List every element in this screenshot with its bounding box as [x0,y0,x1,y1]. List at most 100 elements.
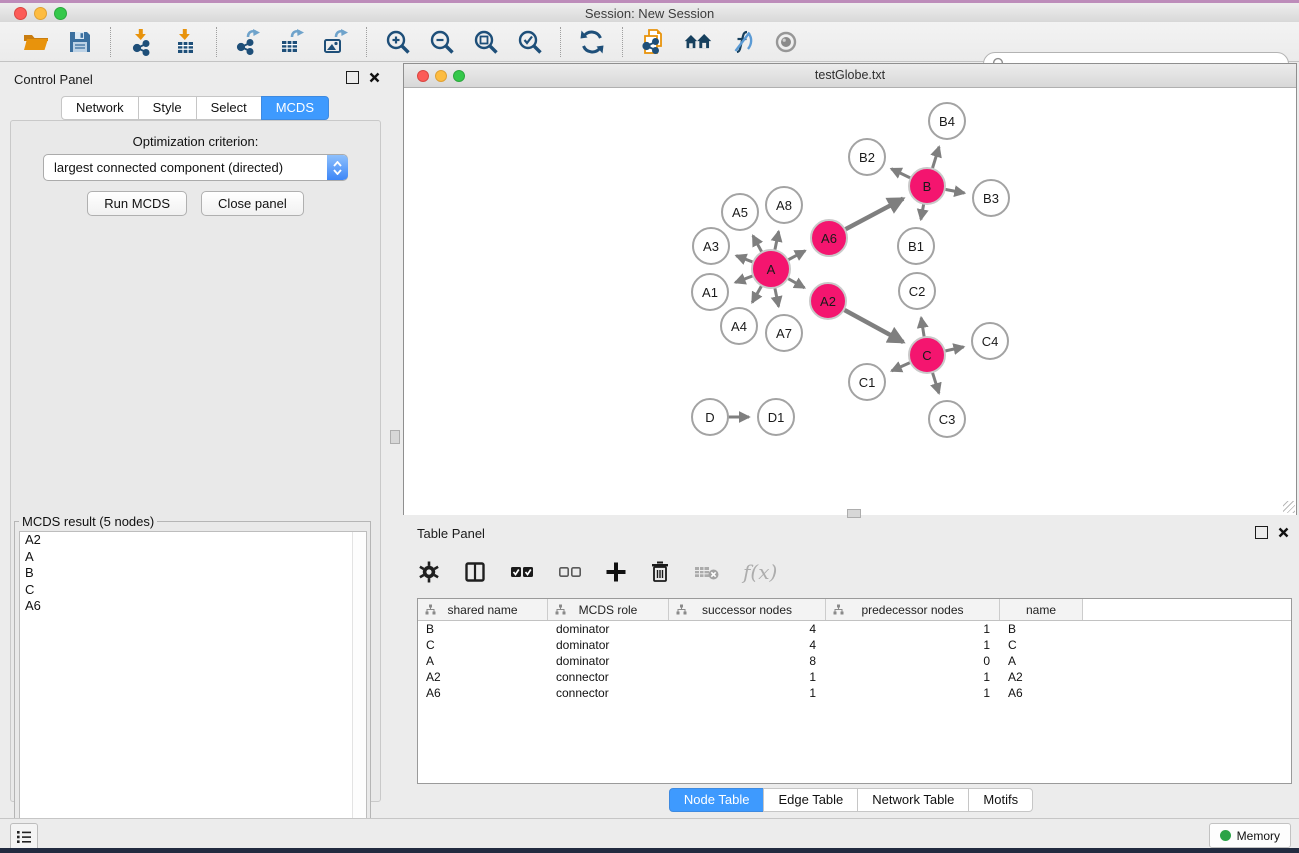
desktop-wallpaper-bottom [0,848,1299,853]
delete-icon[interactable] [649,560,671,584]
graph-node-A2[interactable]: A2 [809,282,847,320]
add-icon[interactable] [605,561,627,583]
table-row[interactable]: Bdominator41B [418,621,1291,637]
select-all-icon[interactable] [509,560,535,584]
graph-node-B2[interactable]: B2 [848,138,886,176]
table-row[interactable]: A2connector11A2 [418,669,1291,685]
table-row[interactable]: A6connector11A6 [418,685,1291,701]
cell-successor-nodes: 4 [669,622,826,636]
network-titlebar[interactable]: testGlobe.txt [404,64,1296,88]
column-header-predecessor-nodes[interactable]: predecessor nodes [826,599,1000,620]
hide-graphics-icon[interactable] [727,27,757,57]
tab-edge-table[interactable]: Edge Table [763,788,858,812]
graph-node-D1[interactable]: D1 [757,398,795,436]
eye-icon[interactable] [771,27,801,57]
graph-node-D[interactable]: D [691,398,729,436]
export-network-icon[interactable] [233,27,263,57]
float-panel-icon[interactable] [346,71,359,84]
tab-network[interactable]: Network [61,96,139,120]
graph-node-B4[interactable]: B4 [928,102,966,140]
network-canvas[interactable]: A5A8 A3 A1A4A7 A A6 A2 B B1 B2 B3 B4 C C1 C2 C3 C4 D D1 [404,88,1296,515]
function-builder-icon: f(x) [743,560,777,584]
graph-node-A5[interactable]: A5 [721,193,759,231]
graph-node-C[interactable]: C [908,336,946,374]
result-item[interactable]: A [20,549,366,566]
clone-network-icon[interactable] [639,27,669,57]
status-bar: Memory [0,818,1299,849]
control-panel: Control Panel NetworkStyleSelectMCDS Opt… [0,62,390,818]
tab-mcds[interactable]: MCDS [261,96,329,120]
tab-node-table[interactable]: Node Table [669,788,765,812]
graph-node-A7[interactable]: A7 [765,314,803,352]
run-mcds-button[interactable]: Run MCDS [87,191,187,216]
hsplitter-handle[interactable] [847,509,861,518]
splitter-handle[interactable] [390,430,400,444]
mcds-result-list[interactable]: A2ABCA6 [19,531,367,853]
home-icon[interactable] [683,27,713,57]
graph-node-C1[interactable]: C1 [848,363,886,401]
graph-node-A1[interactable]: A1 [691,273,729,311]
result-item[interactable]: B [20,565,366,582]
export-table-icon[interactable] [277,27,307,57]
cell-successor-nodes: 4 [669,638,826,652]
memory-button[interactable]: Memory [1209,823,1291,848]
table-row[interactable]: Cdominator41C [418,637,1291,653]
graph-node-C2[interactable]: C2 [898,272,936,310]
task-history-button[interactable] [10,823,38,851]
graph-node-B[interactable]: B [908,167,946,205]
delete-table-icon [693,561,721,583]
gear-icon[interactable] [417,560,441,584]
import-network-icon[interactable] [127,27,157,57]
tab-network-table[interactable]: Network Table [857,788,969,812]
result-item[interactable]: C [20,582,366,599]
deselect-all-icon[interactable] [557,560,583,584]
column-header-MCDS-role[interactable]: MCDS role [548,599,669,620]
save-session-icon[interactable] [65,27,95,57]
result-scrollbar[interactable] [352,532,366,853]
column-header-shared-name[interactable]: shared name [418,599,548,620]
toolbar-separator [110,27,112,57]
export-image-icon[interactable] [321,27,351,57]
float-table-panel-icon[interactable] [1255,526,1268,539]
graph-node-A4[interactable]: A4 [720,307,758,345]
columns-icon[interactable] [463,560,487,584]
cell-name: A2 [1000,670,1083,684]
refresh-icon[interactable] [577,27,607,57]
window-resize-grip[interactable] [1283,501,1295,513]
column-header-successor-nodes[interactable]: successor nodes [669,599,826,620]
graph-node-B1[interactable]: B1 [897,227,935,265]
zoom-selected-icon[interactable] [515,27,545,57]
result-item[interactable]: A6 [20,598,366,615]
zoom-fit-icon[interactable] [471,27,501,57]
criterion-select[interactable]: largest connected component (directed) [43,154,348,181]
close-panel-icon[interactable] [369,72,380,83]
result-item[interactable]: A2 [20,532,366,549]
graph-node-B3[interactable]: B3 [972,179,1010,217]
tab-select[interactable]: Select [196,96,262,120]
close-table-panel-icon[interactable] [1278,527,1289,538]
zoom-out-icon[interactable] [427,27,457,57]
memory-label: Memory [1237,829,1280,843]
column-header-name[interactable]: name [1000,599,1083,620]
table-header-row: shared name MCDS role successor nodes pr… [418,599,1291,621]
main-toolbar [0,22,1299,62]
import-table-icon[interactable] [171,27,201,57]
panel-splitter[interactable] [390,62,403,818]
graph-node-A3[interactable]: A3 [692,227,730,265]
toolbar-separator [366,27,368,57]
graph-node-A[interactable]: A [751,249,791,289]
tab-style[interactable]: Style [138,96,197,120]
table-row[interactable]: Adominator80A [418,653,1291,669]
graph-node-A6[interactable]: A6 [810,219,848,257]
graph-node-A8[interactable]: A8 [765,186,803,224]
tab-motifs[interactable]: Motifs [968,788,1033,812]
cell-successor-nodes: 1 [669,686,826,700]
node-table[interactable]: shared name MCDS role successor nodes pr… [417,598,1292,784]
table-toolbar: f(x) [417,550,777,594]
open-session-icon[interactable] [21,27,51,57]
graph-node-C3[interactable]: C3 [928,400,966,438]
close-panel-button[interactable]: Close panel [201,191,304,216]
optimization-label: Optimization criterion: [11,134,380,149]
graph-node-C4[interactable]: C4 [971,322,1009,360]
zoom-in-icon[interactable] [383,27,413,57]
